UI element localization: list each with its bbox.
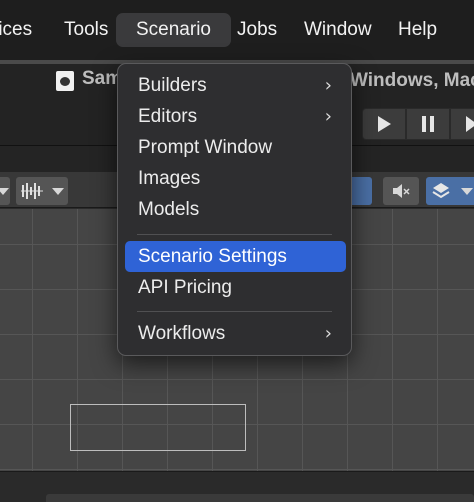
pause-button[interactable]: [406, 108, 450, 140]
menu-item-label: Builders: [138, 75, 207, 96]
menu-item-scenario-settings[interactable]: Scenario Settings: [125, 241, 346, 272]
menubar-item-jobs[interactable]: Jobs: [227, 13, 287, 47]
window-title-platforms: Windows, Mac: [350, 70, 474, 91]
effects-dropdown-button[interactable]: [426, 177, 474, 205]
menu-bar: rices Tools Scenario Jobs Window Help: [0, 0, 474, 60]
step-button[interactable]: [450, 108, 474, 140]
chevron-down-icon: [460, 187, 473, 195]
camera-bounds-rect: [70, 404, 246, 451]
menubar-item-services[interactable]: rices: [0, 13, 42, 47]
layers-icon: [431, 183, 450, 199]
mute-audio-button[interactable]: [383, 177, 419, 205]
menu-item-editors[interactable]: Editors ›: [125, 101, 346, 132]
menubar-item-tools[interactable]: Tools: [54, 13, 118, 47]
play-icon: [378, 116, 391, 132]
scenario-menu: Builders › Editors › Prompt Window Image…: [117, 63, 352, 356]
waveform-icon: [20, 183, 43, 199]
chevron-right-icon: ›: [324, 75, 332, 96]
menubar-item-scenario[interactable]: Scenario: [116, 13, 231, 47]
menubar-item-help[interactable]: Help: [388, 13, 447, 47]
menu-separator: [137, 311, 332, 312]
menu-item-images[interactable]: Images: [125, 163, 346, 194]
menu-item-prompt-window[interactable]: Prompt Window: [125, 132, 346, 163]
step-icon: [466, 116, 474, 132]
chevron-down-icon: [0, 187, 9, 195]
play-button[interactable]: [362, 108, 406, 140]
menu-item-workflows[interactable]: Workflows ›: [125, 318, 346, 349]
audio-visual-dropdown-button[interactable]: [16, 177, 68, 205]
menu-item-api-pricing[interactable]: API Pricing: [125, 272, 346, 303]
menu-item-models[interactable]: Models: [125, 194, 346, 225]
chevron-right-icon: ›: [324, 106, 332, 127]
chevron-right-icon: ›: [324, 323, 332, 344]
menu-separator: [137, 234, 332, 235]
pause-icon: [422, 116, 434, 132]
scene-file-icon: [56, 71, 74, 91]
bottom-panel-tab: [46, 494, 474, 502]
menubar-item-window[interactable]: Window: [294, 13, 382, 47]
menu-item-label: Editors: [138, 106, 198, 127]
speaker-mute-icon: [393, 184, 410, 198]
playback-controls: [362, 108, 474, 140]
menu-item-label: Workflows: [138, 323, 226, 344]
shading-dropdown-button[interactable]: [0, 177, 10, 205]
menu-item-builders[interactable]: Builders ›: [125, 70, 346, 101]
chevron-down-icon: [51, 187, 64, 195]
